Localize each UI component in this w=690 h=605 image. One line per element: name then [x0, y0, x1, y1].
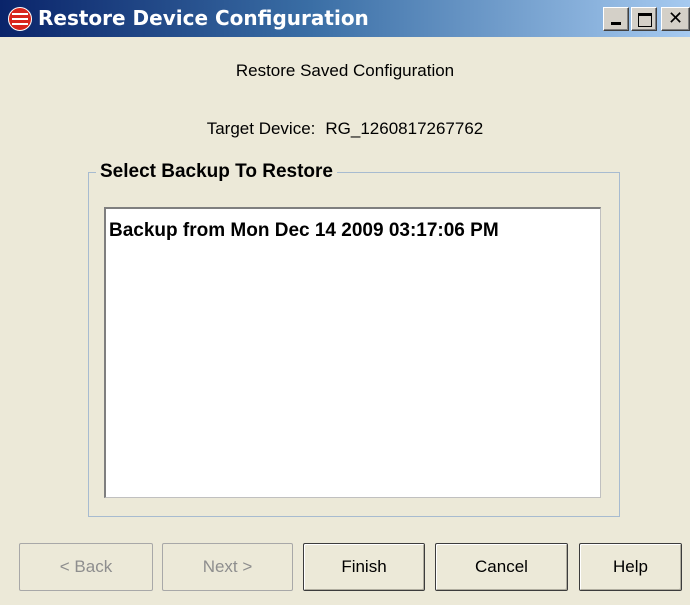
minimize-button[interactable]: [603, 7, 629, 31]
close-icon: ✕: [667, 8, 684, 29]
backup-group-legend: Select Backup To Restore: [96, 161, 338, 183]
red-globe-icon: [8, 7, 32, 31]
maximize-icon: [638, 13, 652, 27]
minimize-icon: [611, 22, 621, 25]
window-title: Restore Device Configuration: [38, 6, 369, 30]
page-subtitle: Restore Saved Configuration: [235, 61, 455, 80]
help-button[interactable]: Help: [579, 543, 682, 591]
target-device-row: Target Device: RG_1260817267762: [0, 119, 690, 139]
maximize-button[interactable]: [631, 7, 657, 31]
title-bar[interactable]: Restore Device Configuration ✕: [0, 0, 690, 37]
back-button[interactable]: < Back: [19, 543, 153, 591]
target-device-label: Target Device:: [206, 119, 316, 138]
next-button[interactable]: Next >: [162, 543, 293, 591]
cancel-button[interactable]: Cancel: [435, 543, 568, 591]
restore-device-configuration-dialog: Restore Device Configuration ✕ Restore S…: [0, 0, 690, 605]
finish-button[interactable]: Finish: [303, 543, 425, 591]
target-device-value: RG_1260817267762: [325, 119, 484, 138]
backup-list-item[interactable]: Backup from Mon Dec 14 2009 03:17:06 PM: [109, 220, 499, 242]
backup-list[interactable]: Backup from Mon Dec 14 2009 03:17:06 PM: [104, 207, 601, 498]
close-button[interactable]: ✕: [661, 7, 690, 31]
